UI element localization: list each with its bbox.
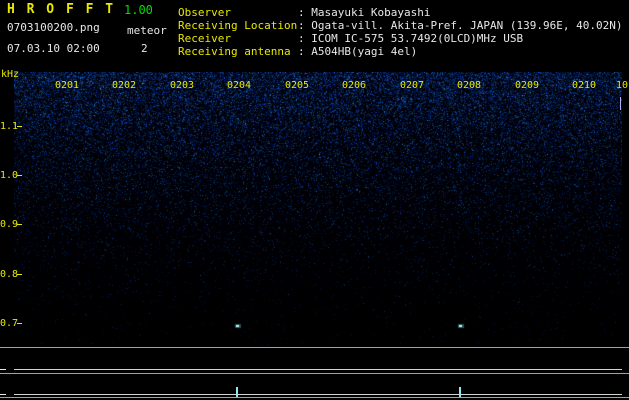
info-label: Receiving Location: [178, 19, 298, 32]
baseline-left-tick: [0, 394, 6, 395]
signal-streak: [620, 97, 621, 110]
freq-tick-label: 1.0: [0, 170, 19, 181]
info-row-location: Receiving Location: Ogata-vill. Akita-Pr…: [178, 19, 623, 32]
time-tick-label: 0203: [170, 80, 195, 91]
info-value: : A504HB(yagi 4el): [298, 45, 418, 58]
count-strip-baseline: [14, 394, 622, 395]
time-tick-label: 0209: [515, 80, 540, 91]
strip-border-line: [0, 347, 629, 348]
info-label: Receiver: [178, 32, 231, 45]
freq-tick-mark: [17, 323, 22, 324]
baseline-left-tick: [0, 369, 6, 370]
meteor-echo-tick: [458, 387, 461, 397]
freq-tick-mark: [17, 175, 22, 176]
info-value: : Ogata-vill. Akita-Pref. JAPAN (139.96E…: [298, 19, 623, 32]
info-label: Receiving antenna: [178, 45, 291, 58]
info-label: Observer: [178, 6, 231, 19]
time-tick-label: 0204: [227, 80, 252, 91]
observation-datetime: 07.03.10 02:00: [7, 42, 100, 55]
info-value: : Masayuki Kobayashi: [298, 6, 431, 19]
strip-border-line: [0, 373, 629, 374]
observer-info-block: Observer : Masayuki Kobayashi Receiving L…: [178, 6, 623, 58]
info-row-observer: Observer : Masayuki Kobayashi: [178, 6, 623, 19]
freq-tick-label: 0.7: [0, 318, 19, 329]
freq-tick-label: 1.1: [0, 121, 19, 132]
time-tick-label: 0208: [457, 80, 482, 91]
strip-border-line: [0, 397, 629, 398]
app-version: 1.00: [124, 3, 153, 17]
freq-tick-mark: [17, 126, 22, 127]
hrofft-stage: H R O F F T 1.00 0703100200.png meteor 0…: [0, 0, 629, 400]
time-tick-label: 0205: [285, 80, 310, 91]
freq-tick-mark: [17, 224, 22, 225]
time-tick-label: 0210: [572, 80, 597, 91]
time-tick-label: 0201: [55, 80, 80, 91]
spectrogram-canvas: [14, 72, 622, 345]
meteor-echo-tick: [236, 387, 239, 397]
freq-tick-label: 0.8: [0, 269, 19, 280]
output-filename: 0703100200.png: [7, 21, 100, 34]
freq-axis-unit: kHz: [1, 69, 20, 80]
time-tick-label: 0206: [342, 80, 367, 91]
app-title: H R O F F T: [7, 2, 116, 17]
time-tick-label-partial: 10: [616, 80, 629, 91]
freq-tick-mark: [17, 274, 22, 275]
signal-level-baseline: [14, 369, 622, 370]
time-tick-label: 0207: [400, 80, 425, 91]
info-row-antenna: Receiving antenna : A504HB(yagi 4el): [178, 45, 623, 58]
info-row-receiver: Receiver : ICOM IC-575 53.7492(0LCD)MHz U…: [178, 32, 623, 45]
freq-tick-label: 0.9: [0, 219, 19, 230]
info-value: : ICOM IC-575 53.7492(0LCD)MHz USB: [298, 32, 524, 45]
time-tick-label: 0202: [112, 80, 137, 91]
meteor-count-value: 2: [141, 42, 148, 55]
mode-label: meteor: [127, 24, 167, 37]
